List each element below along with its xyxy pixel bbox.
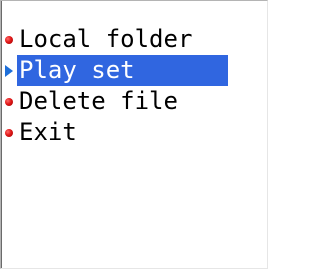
menu-item-label: Exit <box>19 118 77 146</box>
menu-item-local-folder[interactable]: Local folder <box>3 24 265 55</box>
menu-item-delete-file[interactable]: Delete file <box>3 86 265 117</box>
bullet-dot-icon <box>3 117 15 148</box>
menu-panel: Local folder Play set Delete file Exit <box>0 0 268 269</box>
menu-item-play-set[interactable]: Play set <box>3 55 265 86</box>
bullet-dot-icon <box>3 24 15 55</box>
menu-list: Local folder Play set Delete file Exit <box>3 24 265 148</box>
bullet-dot-icon <box>3 86 15 117</box>
menu-item-label: Play set <box>17 55 228 86</box>
menu-item-label: Local folder <box>19 25 193 53</box>
selection-arrow-icon <box>3 55 15 86</box>
menu-item-label: Delete file <box>19 87 178 115</box>
menu-item-exit[interactable]: Exit <box>3 117 265 148</box>
